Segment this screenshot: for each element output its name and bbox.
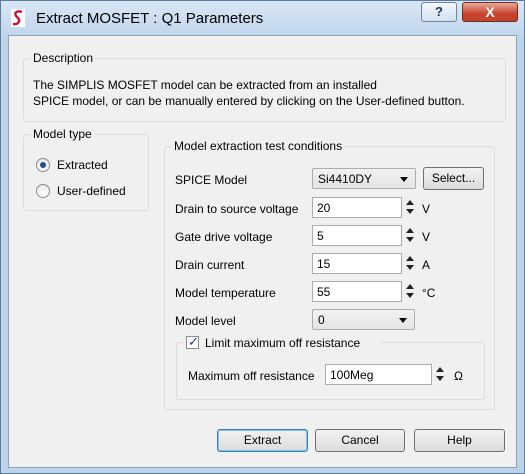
max-off-resistance-input[interactable]: 100Meg (325, 364, 432, 385)
drain-source-voltage-unit: V (422, 202, 431, 216)
radio-extracted-indicator[interactable] (36, 158, 50, 172)
description-group-label: Description (30, 51, 97, 65)
simplis-logo-icon (11, 9, 25, 27)
model-temperature-unit: °C (422, 286, 436, 300)
spin-up-icon[interactable] (436, 367, 444, 372)
spin-up-icon[interactable] (406, 284, 414, 289)
model-level-value: 0 (318, 313, 325, 327)
help-button[interactable]: Help (414, 429, 505, 452)
spin-down-icon[interactable] (406, 237, 414, 242)
drain-source-voltage-spinner[interactable] (405, 197, 415, 218)
model-type-group-label: Model type (30, 127, 95, 141)
model-type-group: Model type Extracted User-defined (23, 127, 149, 211)
close-button[interactable]: X (462, 2, 518, 22)
max-off-resistance-label: Maximum off resistance (188, 369, 315, 383)
drain-current-input[interactable]: 15 (312, 253, 402, 274)
select-model-button[interactable]: Select... (423, 167, 484, 190)
radio-user-defined-label: User-defined (57, 184, 126, 198)
title-help-button[interactable]: ? (421, 2, 457, 22)
spin-up-icon[interactable] (406, 200, 414, 205)
model-level-label: Model level (175, 314, 236, 328)
title-bar[interactable]: Extract MOSFET : Q1 Parameters ? X (1, 1, 524, 35)
conditions-group: Model extraction test conditions SPICE M… (164, 139, 495, 410)
chevron-down-icon (400, 177, 408, 182)
drain-current-label: Drain current (175, 258, 245, 272)
max-off-resistance-unit: Ω (454, 369, 463, 383)
spice-model-label: SPICE Model (175, 173, 248, 187)
dialog-body: Description The SIMPLIS MOSFET model can… (8, 35, 517, 468)
cancel-button[interactable]: Cancel (315, 429, 405, 452)
gate-drive-voltage-input[interactable]: 5 (312, 225, 402, 246)
drain-source-voltage-input[interactable]: 20 (312, 197, 402, 218)
limit-off-resistance-header[interactable]: ✓ Limit maximum off resistance (183, 334, 381, 351)
drain-source-voltage-label: Drain to source voltage (175, 202, 299, 216)
gate-drive-voltage-label: Gate drive voltage (175, 230, 273, 244)
drain-current-unit: A (422, 258, 431, 272)
spice-model-select[interactable]: Si4410DY (312, 168, 416, 189)
checkmark-icon: ✓ (188, 334, 199, 349)
chevron-down-icon (399, 318, 407, 323)
limit-off-resistance-checkbox[interactable]: ✓ (186, 334, 199, 349)
window-title: Extract MOSFET : Q1 Parameters (36, 10, 264, 27)
spin-down-icon[interactable] (406, 265, 414, 270)
limit-off-resistance-group: ✓ Limit maximum off resistance Maximum o… (176, 334, 485, 400)
dialog-window: Extract MOSFET : Q1 Parameters ? X Descr… (0, 0, 525, 474)
model-level-select[interactable]: 0 (312, 309, 415, 330)
model-temperature-input[interactable]: 55 (312, 281, 402, 302)
model-temperature-spinner[interactable] (405, 281, 415, 302)
spin-down-icon[interactable] (406, 209, 414, 214)
radio-user-defined[interactable]: User-defined (36, 183, 146, 201)
description-group: Description The SIMPLIS MOSFET model can… (23, 51, 506, 122)
spin-down-icon[interactable] (436, 376, 444, 381)
radio-extracted[interactable]: Extracted (36, 157, 136, 175)
model-temperature-label: Model temperature (175, 286, 276, 300)
gate-drive-voltage-spinner[interactable] (405, 225, 415, 246)
spin-down-icon[interactable] (406, 293, 414, 298)
description-line-2: SPICE model, or can be manually entered … (33, 94, 465, 108)
gate-drive-voltage-unit: V (422, 230, 431, 244)
description-line-1: The SIMPLIS MOSFET model can be extracte… (33, 78, 377, 92)
radio-user-defined-indicator[interactable] (36, 184, 50, 198)
max-off-resistance-spinner[interactable] (435, 364, 445, 385)
spin-up-icon[interactable] (406, 228, 414, 233)
spice-model-value: Si4410DY (318, 172, 373, 186)
limit-off-resistance-label: Limit maximum off resistance (205, 336, 361, 350)
description-text: The SIMPLIS MOSFET model can be extracte… (33, 77, 513, 109)
radio-extracted-label: Extracted (57, 158, 108, 172)
spin-up-icon[interactable] (406, 256, 414, 261)
conditions-group-label: Model extraction test conditions (171, 139, 346, 153)
extract-button[interactable]: Extract (217, 429, 308, 452)
drain-current-spinner[interactable] (405, 253, 415, 274)
